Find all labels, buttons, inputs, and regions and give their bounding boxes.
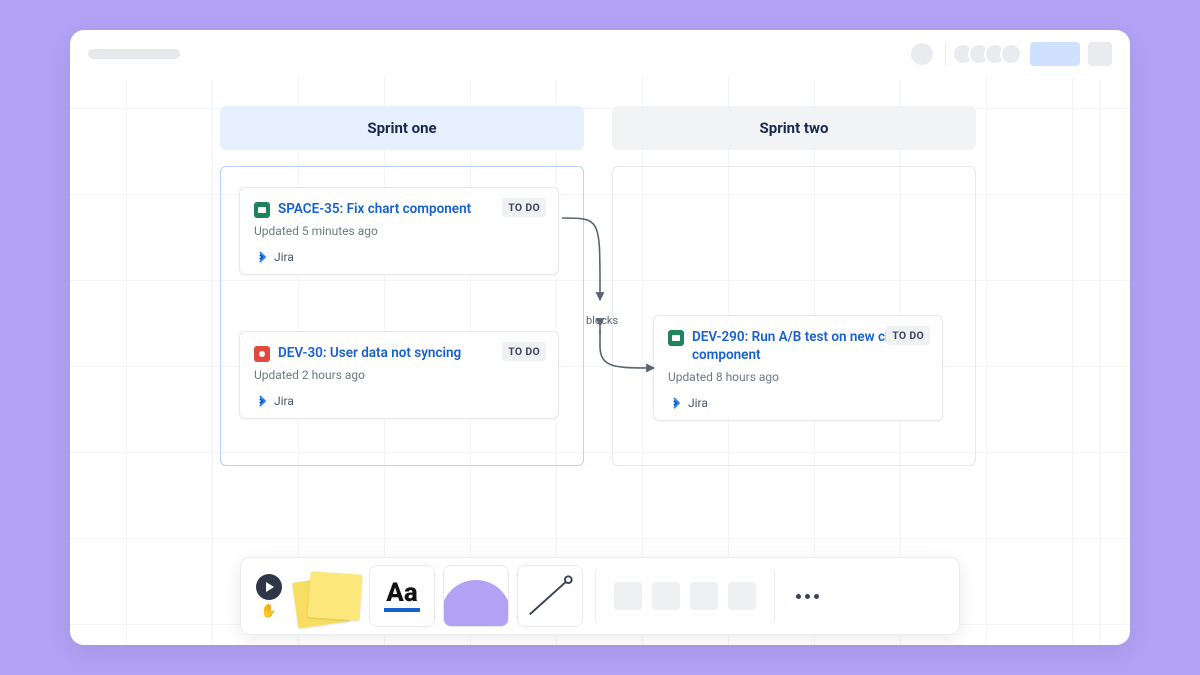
hand-tool[interactable]: ✋ [261,604,277,619]
column-sprint-two: Sprint two TO DO DEV-290: Run A/B test o… [612,106,976,466]
circle-shape-icon [443,580,509,627]
card-updated: Updated 5 minutes ago [254,224,544,238]
column-header[interactable]: Sprint one [220,106,584,150]
text-tool[interactable]: Aa [369,565,435,627]
bug-icon [254,346,270,362]
sticky-icon [307,571,362,621]
whiteboard-canvas[interactable]: Sprint one TO DO SPACE-35: Fix chart com… [70,78,1130,645]
status-badge: TO DO [502,198,546,217]
text-icon: Aa [384,580,419,612]
column-header[interactable]: Sprint two [612,106,976,150]
relationship-label: blocks [586,314,618,327]
card-source: Jira [688,396,708,410]
dot-icon [796,594,801,599]
card-dev-290[interactable]: TO DO DEV-290: Run A/B test on new chart… [653,315,943,421]
dot-icon [814,594,819,599]
sticky-note-tool[interactable] [295,565,361,627]
card-source: Jira [274,250,294,264]
collaborator-avatars[interactable] [958,43,1022,65]
avatar[interactable] [1000,43,1022,65]
line-icon [524,572,576,620]
jira-icon [668,396,682,410]
dot-icon [805,594,810,599]
top-right-controls [911,42,1112,66]
jira-icon [254,394,268,408]
share-button[interactable] [1030,42,1080,66]
column-body[interactable]: TO DO SPACE-35: Fix chart component Upda… [220,166,584,466]
column-sprint-one: Sprint one TO DO SPACE-35: Fix chart com… [220,106,584,466]
toolbar-divider [774,570,775,622]
more-tools-button[interactable] [787,594,827,599]
shape-tool[interactable] [443,565,509,627]
presence-avatar[interactable] [911,43,933,65]
status-badge: TO DO [886,326,930,345]
toolbar-placeholder[interactable] [728,582,756,610]
toolbar-placeholder[interactable] [652,582,680,610]
bottom-toolbar: ✋ Aa [240,557,960,635]
story-icon [668,330,684,346]
card-source: Jira [274,394,294,408]
toolbar-placeholder[interactable] [690,582,718,610]
toolbar-placeholder[interactable] [614,582,642,610]
menu-button[interactable] [1088,42,1112,66]
kanban-board: Sprint one TO DO SPACE-35: Fix chart com… [220,106,976,466]
column-body[interactable]: TO DO DEV-290: Run A/B test on new chart… [612,166,976,466]
status-badge: TO DO [502,342,546,361]
title-placeholder [88,49,180,59]
pointer-tool[interactable] [256,574,282,600]
card-updated: Updated 2 hours ago [254,368,544,382]
card-space-35[interactable]: TO DO SPACE-35: Fix chart component Upda… [239,187,559,275]
jira-icon [254,250,268,264]
card-dev-30[interactable]: TO DO DEV-30: User data not syncing Upda… [239,331,559,419]
top-bar [70,30,1130,78]
card-updated: Updated 8 hours ago [668,370,928,384]
pointer-tools: ✋ [251,574,287,619]
story-icon [254,202,270,218]
toolbar-placeholder-group [608,582,762,610]
divider [945,43,946,65]
app-window: Sprint one TO DO SPACE-35: Fix chart com… [70,30,1130,645]
toolbar-divider [595,570,596,622]
line-tool[interactable] [517,565,583,627]
